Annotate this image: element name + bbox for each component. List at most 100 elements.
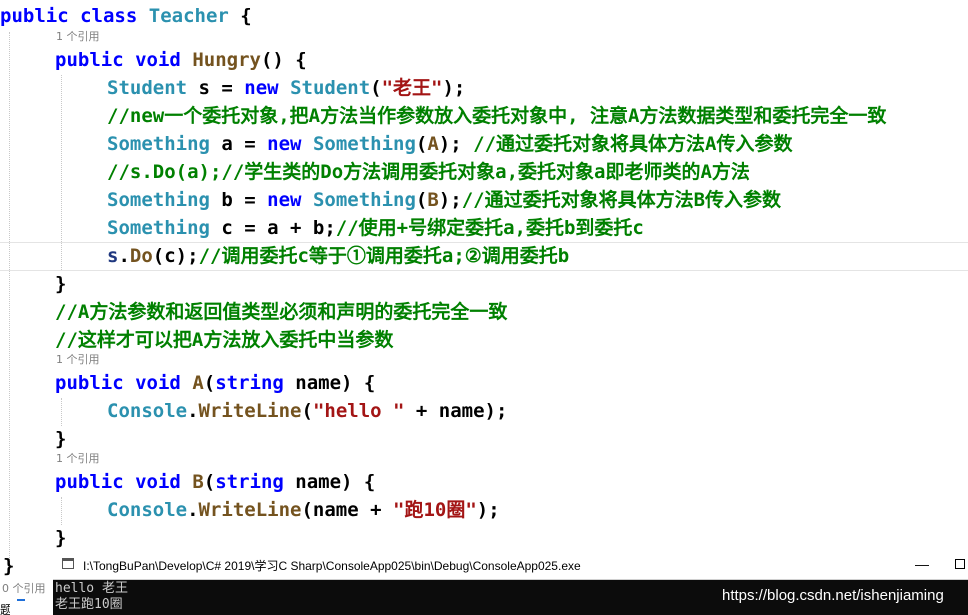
keyword: void (135, 471, 181, 493)
keyword: void (135, 372, 181, 394)
console-app-icon[interactable] (62, 558, 74, 569)
type-name: Something (312, 133, 416, 155)
variable: s = (187, 77, 245, 99)
method-ref: B (427, 189, 439, 211)
keyword: public (55, 471, 124, 493)
keyword: public (0, 5, 69, 27)
closing-brace[interactable]: } (3, 552, 14, 580)
minimize-button[interactable]: — (909, 557, 935, 571)
code-comment[interactable]: //A方法参数和返回值类型必须和声明的委托完全一致 (55, 298, 507, 326)
punctuation: () { (260, 49, 307, 71)
selection-marker (17, 599, 25, 601)
punctuation: ( (203, 372, 216, 394)
code-line-hungry-decl[interactable]: public void Hungry() { (55, 46, 307, 74)
punctuation: ( (301, 400, 313, 422)
codelens-reference-count[interactable]: 0 个引用 (2, 580, 46, 596)
closing-brace[interactable]: } (55, 425, 66, 453)
codelens-reference-count[interactable]: 1 个引用 (56, 452, 100, 466)
code-comment: //使用+号绑定委托a,委托b到委托c (335, 217, 644, 239)
punctuation: . (187, 499, 199, 521)
code-comment[interactable]: //这样才可以把A方法放入委托中当参数 (55, 326, 393, 354)
method-name: WriteLine (198, 400, 302, 422)
brace: { (240, 5, 252, 27)
punctuation: ( (203, 471, 216, 493)
code-comment: //通过委托对象将具体方法A传入参数 (473, 133, 793, 155)
method-name: Do (129, 245, 153, 267)
method-name: A (192, 372, 204, 394)
maximize-button[interactable] (955, 559, 965, 569)
console-titlebar[interactable]: I:\TongBuPan\Develop\C# 2019\学习C Sharp\C… (53, 549, 968, 580)
indent-guide (61, 75, 63, 270)
console-title: I:\TongBuPan\Develop\C# 2019\学习C Sharp\C… (83, 559, 581, 573)
console-output-line: hello 老王 (55, 581, 128, 596)
punctuation: ); (476, 499, 500, 521)
type-name: Something (107, 189, 210, 211)
code-line-do-call[interactable]: s.Do(c);//调用委托c等于①调用委托a;②调用委托b (107, 242, 569, 270)
type-name: Student (290, 77, 371, 99)
punctuation: . (118, 245, 130, 267)
closing-brace[interactable]: } (55, 524, 66, 552)
punctuation: (c); (152, 245, 199, 267)
keyword: class (80, 5, 138, 27)
code-line-something-c[interactable]: Something c = a + b;//使用+号绑定委托a,委托b到委托c (107, 214, 644, 242)
console-output-line: 老王跑10圈 (55, 597, 123, 612)
code-comment[interactable]: //new一个委托对象,把A方法当作参数放入委托对象中, 注意A方法数据类型和委… (107, 102, 886, 130)
console-window[interactable]: I:\TongBuPan\Develop\C# 2019\学习C Sharp\C… (53, 549, 968, 615)
codelens-reference-count[interactable]: 1 个引用 (56, 353, 100, 367)
indent-guide (9, 32, 11, 572)
code-line-b-decl[interactable]: public void B(string name) { (55, 468, 375, 496)
method-name: B (192, 471, 204, 493)
closing-brace[interactable]: } (55, 270, 66, 298)
code-line-class-decl[interactable]: public class Teacher { (0, 2, 252, 30)
punctuation: (name + (301, 499, 393, 521)
code-comment: //调用委托c等于①调用委托a;②调用委托b (198, 245, 570, 267)
parameter: name) { (283, 471, 376, 493)
type-name: Student (107, 77, 188, 99)
keyword: public (55, 49, 124, 71)
code-line-a-body[interactable]: Console.WriteLine("hello " + name); (107, 397, 507, 425)
punctuation: ( (415, 189, 428, 211)
code-comment[interactable]: //s.Do(a);//学生类的Do方法调用委托对象a,委托对象a即老师类的A方… (107, 158, 750, 186)
expression: + name); (404, 400, 508, 422)
code-line-b-body[interactable]: Console.WriteLine(name + "跑10圈"); (107, 496, 500, 524)
keyword: public (55, 372, 124, 394)
keyword: string (215, 471, 284, 493)
type-name: Console (107, 400, 188, 422)
keyword: new (267, 133, 302, 155)
punctuation: ); (438, 189, 462, 211)
keyword: new (244, 77, 279, 99)
type-name: Something (312, 189, 416, 211)
clipped-text: 题 (0, 603, 10, 615)
watermark-url: https://blog.csdn.net/ishenjiaming (722, 587, 944, 604)
codelens-reference-count[interactable]: 1 个引用 (56, 30, 100, 44)
keyword: string (215, 372, 284, 394)
type-name: Something (107, 133, 210, 155)
code-line-something-a[interactable]: Something a = new Something(A); //通过委托对象… (107, 130, 792, 158)
parameter: name) { (283, 372, 376, 394)
string-literal: "跑10圈" (393, 499, 477, 521)
method-name: WriteLine (198, 499, 302, 521)
class-name: Teacher (148, 5, 229, 27)
keyword: new (267, 189, 302, 211)
code-line-new-student[interactable]: Student s = new Student("老王"); (107, 74, 465, 102)
code-line-a-decl[interactable]: public void A(string name) { (55, 369, 375, 397)
method-ref: A (427, 133, 439, 155)
indent-guide (61, 497, 63, 525)
code-line-something-b[interactable]: Something b = new Something(B);//通过委托对象将… (107, 186, 781, 214)
punctuation: ( (415, 133, 428, 155)
indent-guide (61, 398, 63, 426)
type-name: Something (107, 217, 210, 239)
punctuation: . (187, 400, 199, 422)
punctuation: ); (442, 77, 466, 99)
variable: b = (209, 189, 268, 211)
keyword: void (135, 49, 181, 71)
string-literal: "老王" (381, 77, 443, 99)
code-comment: //通过委托对象将具体方法B传入参数 (461, 189, 782, 211)
punctuation: ); (438, 133, 474, 155)
string-literal: "hello " (312, 400, 405, 422)
variable: s (107, 245, 119, 267)
punctuation: ( (370, 77, 382, 99)
method-name: Hungry (192, 49, 261, 71)
type-name: Console (107, 499, 188, 521)
variable: a = (209, 133, 268, 155)
